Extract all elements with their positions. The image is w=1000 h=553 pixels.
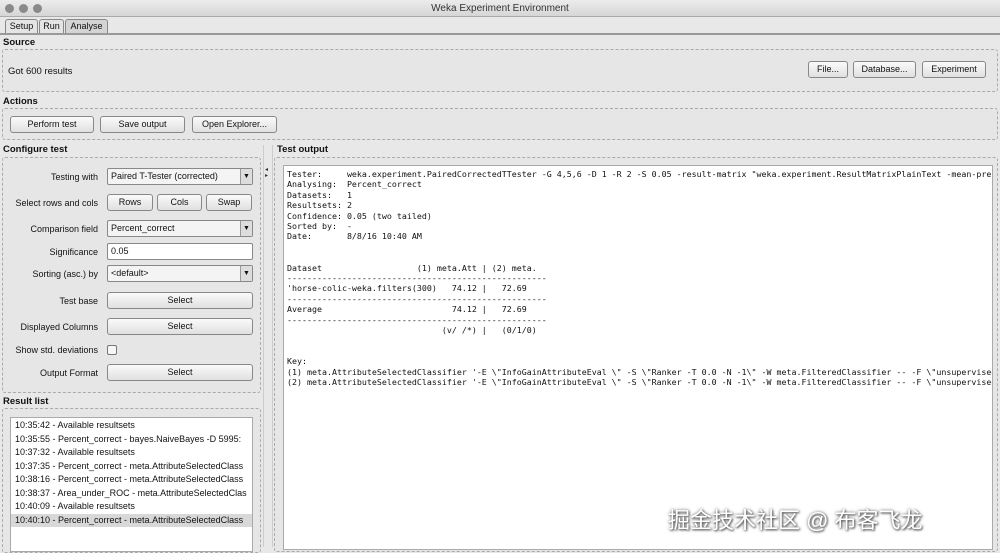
chevron-down-icon: ▼ <box>240 221 252 236</box>
swap-button[interactable]: Swap <box>206 194 252 211</box>
tab-analyse[interactable]: Analyse <box>65 19 108 33</box>
comparison-field-value: Percent_correct <box>111 223 175 233</box>
result-list-item[interactable]: 10:35:42 - Available resultsets <box>11 419 252 433</box>
tab-divider <box>0 33 1000 35</box>
testing-with-label: Testing with <box>50 172 98 182</box>
window-title: Weka Experiment Environment <box>431 3 569 14</box>
save-output-button[interactable]: Save output <box>100 116 185 133</box>
tab-run[interactable]: Run <box>39 19 64 33</box>
test-output-heading: Test output <box>277 144 329 155</box>
open-explorer-button[interactable]: Open Explorer... <box>192 116 277 133</box>
cols-button[interactable]: Cols <box>157 194 202 211</box>
output-format-label: Output Format <box>39 368 98 378</box>
close-window-icon[interactable] <box>5 4 14 13</box>
result-list-item[interactable]: 10:37:32 - Available resultsets <box>11 446 252 460</box>
actions-heading: Actions <box>3 96 38 107</box>
test-output-text[interactable]: Tester: weka.experiment.PairedCorrectedT… <box>283 165 993 550</box>
splitter-handle[interactable]: ◂ ▸ <box>263 145 273 547</box>
test-base-select-button[interactable]: Select <box>107 292 253 309</box>
title-bar: Weka Experiment Environment <box>0 0 1000 17</box>
result-list[interactable]: 10:35:42 - Available resultsets 10:35:55 … <box>10 417 253 552</box>
minimize-window-icon[interactable] <box>19 4 28 13</box>
comparison-field-select[interactable]: Percent_correct ▼ <box>107 220 253 237</box>
experiment-button[interactable]: Experiment <box>922 61 986 78</box>
testing-with-value: Paired T-Tester (corrected) <box>111 171 218 181</box>
source-panel <box>2 49 998 92</box>
show-std-checkbox[interactable] <box>107 345 117 355</box>
configure-heading: Configure test <box>3 144 68 155</box>
testing-with-select[interactable]: Paired T-Tester (corrected) ▼ <box>107 168 253 185</box>
significance-input[interactable]: 0.05 <box>107 243 253 260</box>
result-list-item[interactable]: 10:35:55 - Percent_correct - bayes.Naive… <box>11 433 252 447</box>
rows-button[interactable]: Rows <box>107 194 153 211</box>
displayed-columns-select-button[interactable]: Select <box>107 318 253 335</box>
sorting-label: Sorting (asc.) by <box>32 269 98 279</box>
source-status: Got 600 results <box>8 66 73 77</box>
output-format-select-button[interactable]: Select <box>107 364 253 381</box>
tab-setup[interactable]: Setup <box>5 19 38 33</box>
displayed-columns-label: Displayed Columns <box>20 322 98 332</box>
chevron-down-icon: ▼ <box>240 266 252 281</box>
source-heading: Source <box>3 37 36 48</box>
database-button[interactable]: Database... <box>853 61 916 78</box>
result-list-item[interactable]: 10:38:16 - Percent_correct - meta.Attrib… <box>11 473 252 487</box>
file-button[interactable]: File... <box>808 61 848 78</box>
test-base-label: Test base <box>59 296 98 306</box>
sorting-select[interactable]: <default> ▼ <box>107 265 253 282</box>
splitter-arrows-icon: ◂ ▸ <box>265 167 269 179</box>
significance-label: Significance <box>49 247 98 257</box>
result-list-heading: Result list <box>3 396 49 407</box>
sorting-value: <default> <box>111 268 149 278</box>
watermark: 掘金技术社区 @ 布客飞龙 <box>668 508 923 533</box>
chevron-down-icon: ▼ <box>240 169 252 184</box>
perform-test-button[interactable]: Perform test <box>10 116 94 133</box>
zoom-window-icon[interactable] <box>33 4 42 13</box>
comparison-field-label: Comparison field <box>30 224 98 234</box>
result-list-item[interactable]: 10:37:35 - Percent_correct - meta.Attrib… <box>11 460 252 474</box>
show-std-label: Show std. deviations <box>15 345 98 355</box>
result-list-item[interactable]: 10:40:10 - Percent_correct - meta.Attrib… <box>11 513 252 527</box>
result-list-item[interactable]: 10:40:09 - Available resultsets <box>11 500 252 514</box>
rows-cols-label: Select rows and cols <box>15 198 98 208</box>
result-list-item[interactable]: 10:38:37 - Area_under_ROC - meta.Attribu… <box>11 487 252 501</box>
